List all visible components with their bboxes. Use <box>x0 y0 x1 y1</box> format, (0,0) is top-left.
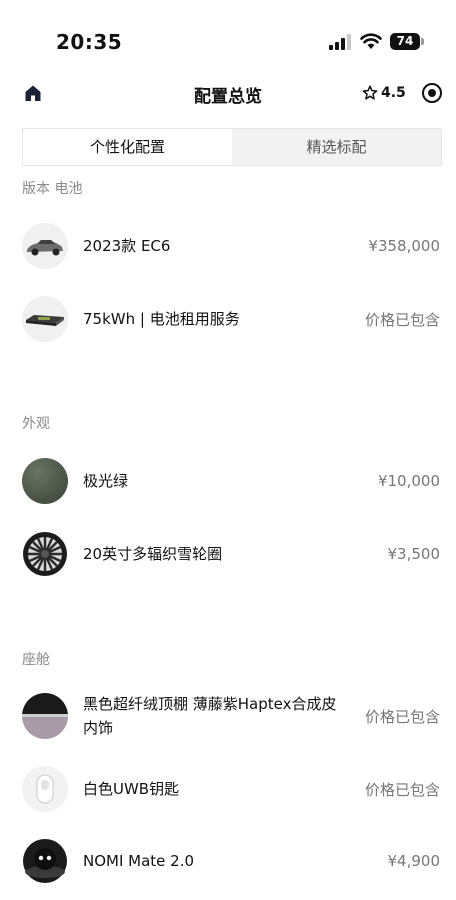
section-title-cabin: 座舱 <box>22 652 50 668</box>
rating-value: 4.5 <box>381 85 406 101</box>
config-tabs: 个性化配置 精选标配 <box>22 128 442 166</box>
item-name: 白色UWB钥匙 <box>83 780 180 798</box>
list-item-paint[interactable]: 极光绿 ¥10,000 <box>0 451 456 511</box>
section-title-version-battery: 版本 电池 <box>22 181 83 197</box>
tab-standard-features[interactable]: 精选标配 <box>232 129 441 165</box>
list-item-interior[interactable]: 黑色超纤绒顶棚 薄藤紫Haptex合成皮内饰 价格已包含 <box>0 686 456 746</box>
item-price: 价格已包含 <box>364 707 440 726</box>
status-time: 20:35 <box>56 30 123 54</box>
list-item-nomi[interactable]: NOMI Mate 2.0 ¥4,900 <box>0 831 456 891</box>
tab-personalized-config[interactable]: 个性化配置 <box>23 129 232 165</box>
item-price: ¥10,000 <box>377 472 440 490</box>
nomi-thumbnail <box>22 838 68 884</box>
car-thumbnail <box>22 223 68 269</box>
section-title-exterior: 外观 <box>22 416 50 432</box>
item-name: 黑色超纤绒顶棚 薄藤紫Haptex合成皮内饰 <box>83 695 337 737</box>
item-price: ¥3,500 <box>387 545 441 563</box>
rating-badge[interactable]: 4.5 <box>362 78 406 108</box>
wheel-thumbnail <box>22 531 68 577</box>
list-item-key[interactable]: 白色UWB钥匙 价格已包含 <box>0 759 456 819</box>
item-price: ¥4,900 <box>387 852 441 870</box>
item-price: 价格已包含 <box>364 780 440 799</box>
battery-tip <box>421 38 424 45</box>
item-name: NOMI Mate 2.0 <box>83 852 195 870</box>
target-icon[interactable] <box>421 82 443 104</box>
key-fob-thumbnail <box>22 766 68 812</box>
item-price: ¥358,000 <box>368 237 440 255</box>
item-name: 2023款 EC6 <box>83 237 171 255</box>
item-name: 75kWh | 电池租用服务 <box>83 310 240 328</box>
item-name: 极光绿 <box>83 472 129 490</box>
item-price: 价格已包含 <box>364 310 440 329</box>
star-icon <box>362 85 378 100</box>
status-bar: 20:35 74 <box>0 0 456 70</box>
list-item-wheel[interactable]: 20英寸多辐织雪轮圈 ¥3,500 <box>0 524 456 584</box>
item-name: 20英寸多辐织雪轮圈 <box>83 545 223 563</box>
wifi-icon <box>360 33 382 49</box>
battery-icon: 74 <box>390 33 424 50</box>
list-item-model[interactable]: 2023款 EC6 ¥358,000 <box>0 216 456 276</box>
battery-pack-thumbnail <box>22 296 68 342</box>
battery-level: 74 <box>390 33 420 50</box>
nav-bar: 配置总览 4.5 <box>0 70 456 116</box>
list-item-battery[interactable]: 75kWh | 电池租用服务 价格已包含 <box>0 289 456 349</box>
paint-swatch-green <box>22 458 68 504</box>
interior-swatch <box>22 693 68 739</box>
signal-icon <box>329 34 351 50</box>
